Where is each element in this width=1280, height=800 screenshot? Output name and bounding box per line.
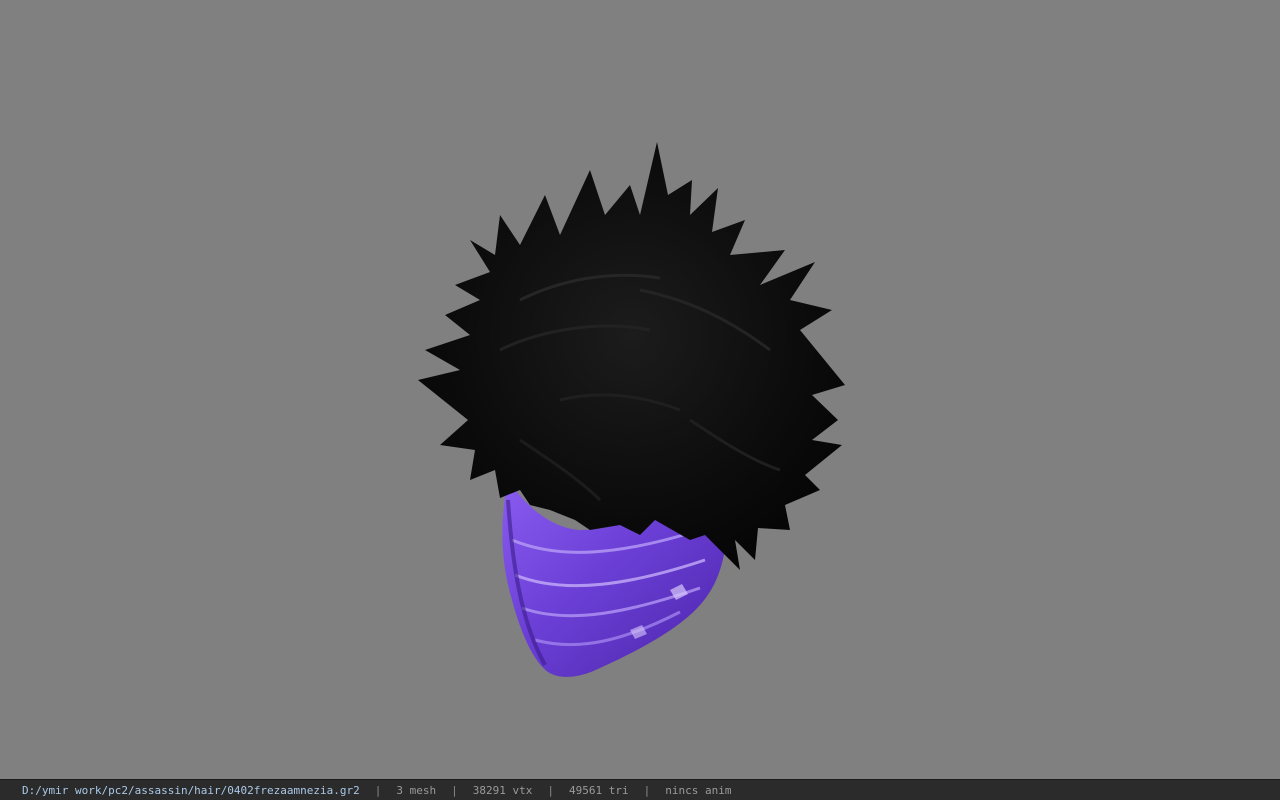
mesh-count: 3 mesh: [396, 783, 437, 797]
animation-status: nincs anim: [665, 783, 732, 797]
separator: |: [547, 783, 554, 797]
3d-viewport[interactable]: [0, 0, 1280, 779]
separator: |: [643, 783, 651, 797]
file-path: D:/ymir work/pc2/assassin/hair/0402freza…: [22, 783, 360, 797]
vertex-count: 38291 vtx: [472, 783, 533, 797]
separator: |: [451, 783, 458, 797]
hair-model-icon: [418, 142, 845, 677]
status-bar: D:/ymir work/pc2/assassin/hair/0402freza…: [0, 779, 1280, 800]
hair-mesh: [418, 142, 845, 570]
separator: |: [374, 783, 382, 797]
triangle-count: 49561 tri: [569, 783, 629, 797]
